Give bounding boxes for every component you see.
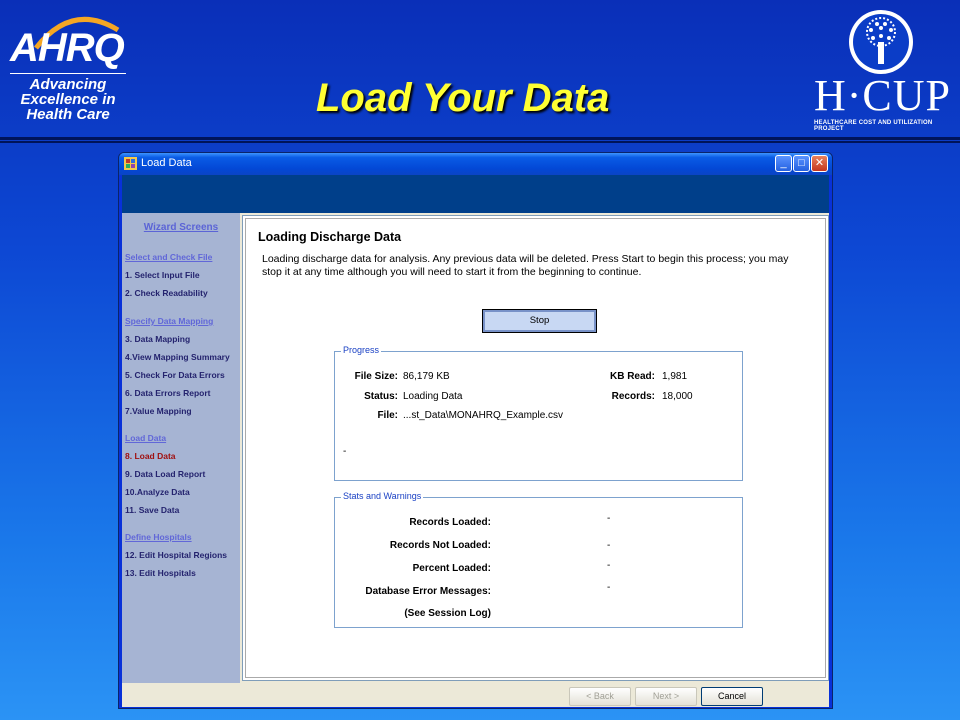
stop-button[interactable]: Stop — [482, 309, 597, 333]
cancel-button[interactable]: Cancel — [701, 687, 763, 706]
sidebar-section-select-check[interactable]: Select and Check File — [125, 252, 212, 262]
slide-title: Load Your Data — [316, 76, 610, 120]
progress-message: - — [343, 446, 347, 457]
ahrq-logo: AHRQ — [10, 26, 125, 70]
kb-read-label: KB Read: — [609, 371, 655, 382]
sidebar-item-data-errors-report[interactable]: 6. Data Errors Report — [125, 388, 211, 398]
page-heading: Loading Discharge Data — [258, 230, 402, 244]
ahrq-divider — [10, 73, 126, 74]
db-error-messages-value: - — [607, 582, 611, 593]
sidebar-section-load-data[interactable]: Load Data — [125, 433, 166, 443]
window-client-area: Wizard Screens Select and Check File 1. … — [122, 213, 829, 707]
stats-group-label: Stats and Warnings — [341, 491, 424, 501]
hcup-subtitle: HEALTHCARE COST AND UTILIZATION PROJECT — [814, 120, 933, 132]
sidebar-item-check-readability[interactable]: 2. Check Readability — [125, 288, 208, 298]
back-button[interactable]: < Back — [569, 687, 631, 706]
status-value: Loading Data — [403, 391, 463, 402]
sidebar-item-data-mapping[interactable]: 3. Data Mapping — [125, 334, 190, 344]
sidebar-item-analyze-data[interactable]: 10.Analyze Data — [125, 487, 190, 497]
percent-loaded-value: - — [607, 560, 611, 571]
tagline-line-2: Excellence in — [20, 91, 116, 108]
page-description: Loading discharge data for analysis. Any… — [262, 253, 789, 278]
sidebar-item-edit-hospital-regions[interactable]: 12. Edit Hospital Regions — [125, 550, 227, 560]
records-value: 18,000 — [662, 391, 693, 402]
window-banner — [122, 175, 829, 213]
progress-group: Progress File Size: 86,179 KB Status: Lo… — [334, 345, 743, 481]
main-panel: Loading Discharge Data Loading discharge… — [242, 215, 829, 681]
hcup-logo: H·CUP — [814, 71, 952, 120]
file-label: File: — [377, 410, 398, 421]
wizard-sidebar: Wizard Screens Select and Check File 1. … — [122, 213, 240, 683]
records-label: Records: — [611, 391, 655, 402]
header-divider-thin — [0, 141, 960, 143]
sidebar-item-value-mapping[interactable]: 7.Value Mapping — [125, 406, 192, 416]
sidebar-section-data-mapping[interactable]: Specify Data Mapping — [125, 316, 213, 326]
header-divider — [0, 137, 960, 140]
maximize-button[interactable]: □ — [793, 155, 810, 172]
sidebar-item-check-data-errors[interactable]: 5. Check For Data Errors — [125, 370, 225, 380]
wizard-screens-header[interactable]: Wizard Screens — [122, 222, 240, 233]
minimize-button[interactable]: _ — [775, 155, 792, 172]
records-not-loaded-value: - — [607, 540, 611, 551]
hcup-tree-seal-icon — [849, 10, 913, 74]
progress-group-label: Progress — [341, 345, 382, 355]
file-size-label: File Size: — [354, 371, 398, 382]
see-session-log-label: (See Session Log) — [404, 608, 491, 619]
tagline-line-3: Health Care — [26, 106, 110, 123]
sidebar-item-data-load-report[interactable]: 9. Data Load Report — [125, 469, 205, 479]
window-titlebar[interactable]: Load Data _ □ ✕ — [119, 153, 832, 175]
file-size-value: 86,179 KB — [403, 371, 450, 382]
status-label: Status: — [364, 391, 398, 402]
records-loaded-label: Records Loaded: — [409, 517, 491, 528]
sidebar-section-define-hospitals[interactable]: Define Hospitals — [125, 532, 192, 542]
app-icon — [124, 157, 137, 170]
sidebar-item-edit-hospitals[interactable]: 13. Edit Hospitals — [125, 568, 196, 578]
sidebar-item-save-data[interactable]: 11. Save Data — [125, 505, 179, 515]
window-title: Load Data — [141, 157, 192, 169]
sidebar-item-load-data[interactable]: 8. Load Data — [125, 451, 176, 461]
main-panel-inner: Loading Discharge Data Loading discharge… — [245, 218, 826, 678]
load-data-window: Load Data _ □ ✕ Wizard Screens Select an… — [118, 152, 833, 709]
records-loaded-value: - — [607, 513, 611, 524]
ahrq-tagline: Advancing Excellence in Health Care — [6, 77, 130, 122]
kb-read-value: 1,981 — [662, 371, 688, 382]
next-button[interactable]: Next > — [635, 687, 697, 706]
file-value: ...st_Data\MONAHRQ_Example.csv — [403, 410, 564, 421]
percent-loaded-label: Percent Loaded: — [412, 563, 491, 574]
db-error-messages-label: Database Error Messages: — [365, 586, 491, 597]
stats-warnings-group: Stats and Warnings Records Loaded: - Rec… — [334, 491, 743, 628]
records-not-loaded-label: Records Not Loaded: — [389, 540, 491, 551]
sidebar-item-select-input-file[interactable]: 1. Select Input File — [125, 270, 200, 280]
close-button[interactable]: ✕ — [811, 155, 828, 172]
tagline-line-1: Advancing — [29, 76, 107, 93]
sidebar-item-view-mapping-summary[interactable]: 4.View Mapping Summary — [125, 352, 230, 362]
